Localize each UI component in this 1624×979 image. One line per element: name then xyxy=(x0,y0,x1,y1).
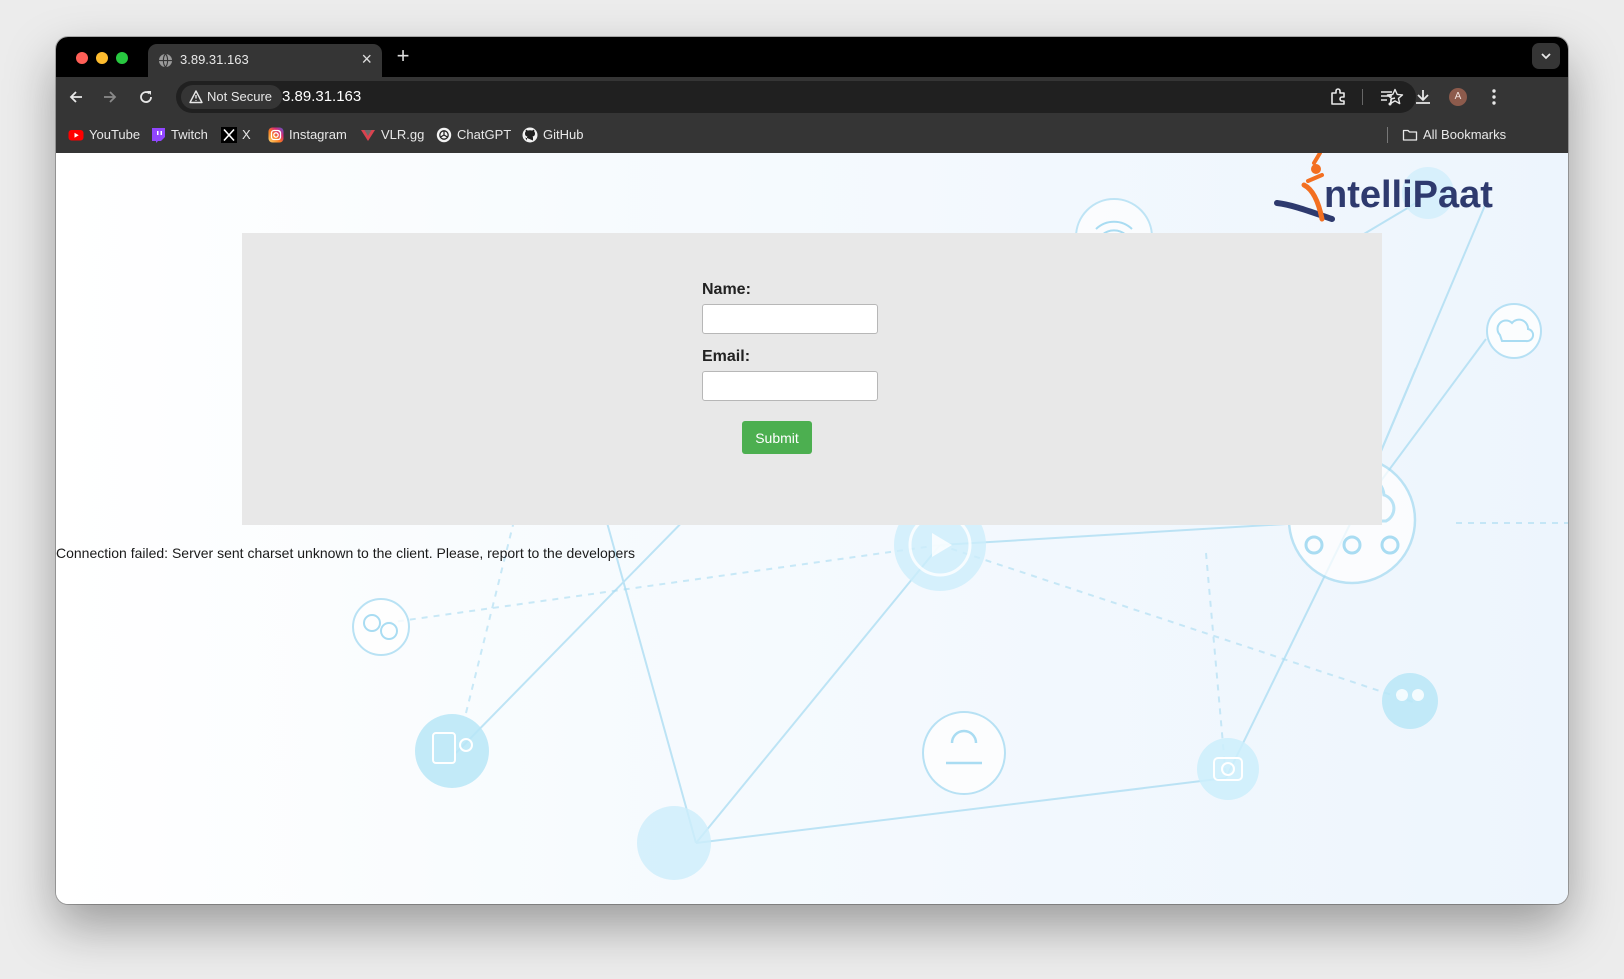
browser-window: 3.89.31.163 × + Not Secure 3.89.31.163 A… xyxy=(56,37,1568,904)
new-tab-button[interactable]: + xyxy=(391,44,415,68)
media-queue-icon[interactable] xyxy=(1378,87,1398,107)
form-panel: Name: Email: Submit xyxy=(242,233,1382,525)
globe-icon xyxy=(158,53,173,68)
bookmark-label: ChatGPT xyxy=(457,127,512,142)
network-node-cloud-small xyxy=(1486,303,1542,359)
folder-icon xyxy=(1402,129,1418,141)
bookmarks-divider xyxy=(1387,127,1388,143)
name-input[interactable] xyxy=(702,304,878,334)
reload-icon xyxy=(140,91,152,103)
bookmarks-bar: YouTube Twitch X Instagram VLR.gg ChatGP… xyxy=(56,117,1568,153)
network-node-idea xyxy=(415,714,489,788)
bookmark-label: YouTube xyxy=(89,127,141,142)
tab-strip: 3.89.31.163 × + xyxy=(56,37,1568,77)
more-menu-icon[interactable] xyxy=(1484,87,1504,107)
security-chip[interactable]: Not Secure xyxy=(181,85,283,109)
arrow-right-icon xyxy=(104,91,117,103)
name-label: Name: xyxy=(702,281,751,298)
bookmark-label: Twitch xyxy=(171,127,208,142)
toolbar-divider xyxy=(1362,89,1363,105)
chevron-down-icon xyxy=(1541,53,1551,60)
tab-title: 3.89.31.163 xyxy=(180,52,249,67)
back-button[interactable] xyxy=(64,85,88,109)
url-text[interactable]: 3.89.31.163 xyxy=(282,88,361,105)
bookmark-label: GitHub xyxy=(543,127,584,142)
network-node-music xyxy=(922,711,1006,795)
tab-active[interactable]: 3.89.31.163 × xyxy=(148,44,382,77)
bookmark-label: Instagram xyxy=(289,127,347,142)
window-maximize-button[interactable] xyxy=(116,52,128,64)
extensions-icon[interactable] xyxy=(1328,87,1348,107)
warning-icon xyxy=(189,90,203,104)
window-minimize-button[interactable] xyxy=(96,52,108,64)
intellipaat-logo: ntelliPaat xyxy=(1274,153,1493,222)
bookmark-label: VLR.gg xyxy=(381,127,425,142)
tab-close-icon[interactable]: × xyxy=(361,50,372,68)
window-close-button[interactable] xyxy=(76,52,88,64)
logo-text: ntelliPaat xyxy=(1324,174,1493,216)
youtube-icon xyxy=(68,130,84,141)
tab-search-button[interactable] xyxy=(1532,43,1560,69)
vlr-icon xyxy=(361,130,375,141)
network-node-camera xyxy=(1197,738,1259,800)
network-node-gears xyxy=(352,598,410,656)
forward-button[interactable] xyxy=(98,85,122,109)
page-content: ntelliPaat Name: Email: Submit Connectio… xyxy=(56,153,1568,904)
bookmark-label: X xyxy=(242,127,251,142)
submit-button[interactable]: Submit xyxy=(742,421,812,454)
contact-form: Name: Email: xyxy=(702,281,902,415)
github-icon xyxy=(522,127,538,143)
connection-error-message: Connection failed: Server sent charset u… xyxy=(56,545,636,561)
profile-avatar[interactable]: A xyxy=(1449,88,1467,106)
email-label: Email: xyxy=(702,348,751,365)
reload-button[interactable] xyxy=(134,85,158,109)
chatgpt-icon xyxy=(436,127,452,143)
email-input[interactable] xyxy=(702,371,878,401)
browser-toolbar: Not Secure 3.89.31.163 A xyxy=(56,77,1568,117)
security-chip-label: Not Secure xyxy=(207,89,273,104)
all-bookmarks-label: All Bookmarks xyxy=(1423,127,1507,142)
address-bar[interactable]: Not Secure 3.89.31.163 xyxy=(176,81,1416,113)
arrow-left-icon xyxy=(69,91,82,103)
download-icon[interactable] xyxy=(1413,87,1433,107)
twitch-icon xyxy=(152,128,165,143)
network-node-bottom xyxy=(637,806,711,880)
x-icon xyxy=(221,127,237,143)
network-node-people xyxy=(1382,673,1438,729)
instagram-icon xyxy=(268,127,284,143)
